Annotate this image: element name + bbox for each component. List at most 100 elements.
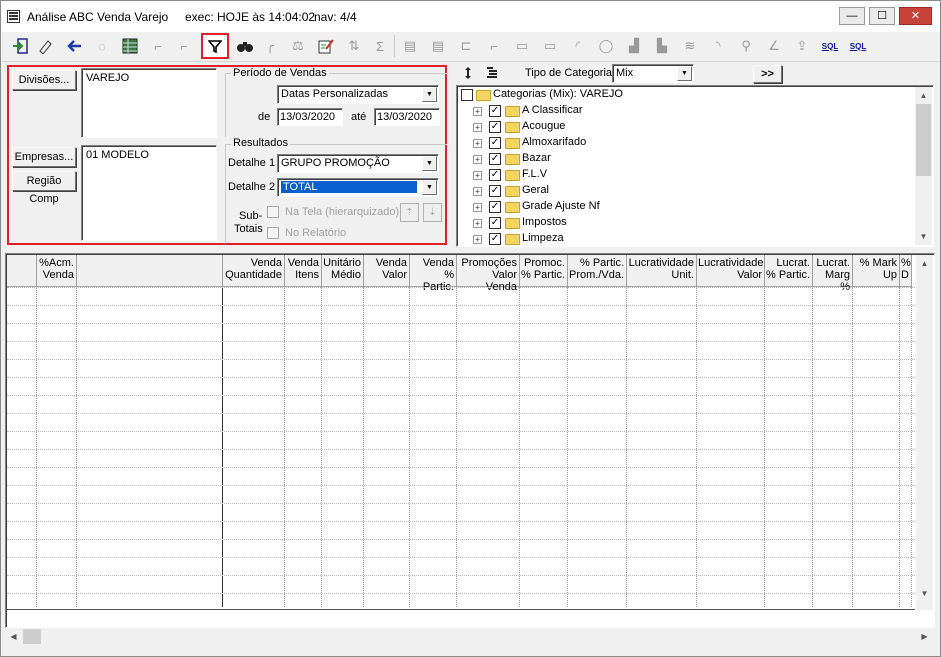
scroll-right-icon[interactable]: ▶ (916, 628, 933, 645)
scroll-thumb[interactable] (23, 629, 41, 644)
checkbox-icon[interactable]: ✓ (489, 217, 501, 229)
chevron-down-icon[interactable]: ▼ (422, 156, 437, 171)
column-header[interactable]: Lucrat.% Partic. (765, 255, 813, 287)
card-icon-2[interactable]: ▭ (539, 35, 561, 57)
table-row[interactable] (7, 467, 915, 468)
tree-item[interactable]: + ✓ Limpeza (457, 231, 897, 246)
chart-step-icon[interactable]: ⌐ (483, 35, 505, 57)
expand-icon[interactable]: + (473, 219, 482, 228)
circle-icon[interactable]: ◯ (595, 35, 617, 57)
checkbox-icon[interactable]: ✓ (489, 233, 501, 245)
pin-icon[interactable]: ⚲ (735, 35, 757, 57)
column-header[interactable]: % Partic. Prom./Vda. (568, 255, 627, 287)
scroll-up-icon[interactable]: ▲ (916, 255, 933, 272)
expand-icon[interactable]: + (473, 203, 482, 212)
table-row[interactable] (7, 413, 915, 414)
column-header[interactable]: Venda Itens (285, 255, 322, 287)
refresh-icon[interactable]: ◌ (91, 35, 113, 57)
regiao-comp-button[interactable]: Região Comp (12, 171, 76, 205)
checkbox-icon[interactable]: ✓ (489, 201, 501, 213)
table-row[interactable] (7, 395, 915, 396)
tree-item[interactable]: + ✓ Geral (457, 183, 897, 199)
sort-az-icon[interactable]: ⇅ (343, 35, 365, 57)
tipo-categoria-select[interactable]: Mix ▼ (612, 64, 694, 83)
column-header[interactable]: Promoc.% Partic. (520, 255, 568, 287)
move-up-icon[interactable]: ⇡ (400, 203, 419, 222)
scroll-down-icon[interactable]: ▼ (916, 585, 933, 602)
compare-icon[interactable]: ⚖ (287, 35, 309, 57)
scroll-thumb[interactable] (916, 104, 931, 176)
column-header[interactable]: % D (900, 255, 912, 287)
empresas-button[interactable]: Empresas... (12, 147, 76, 167)
expand-icon[interactable]: + (473, 123, 482, 132)
chevron-down-icon[interactable]: ▼ (422, 87, 437, 102)
table-icon-1[interactable]: ▤ (399, 35, 421, 57)
table-row[interactable] (7, 575, 915, 576)
curve-icon[interactable]: ◜ (567, 35, 589, 57)
grid-scrollbar[interactable]: ▲ ▼ (916, 255, 933, 610)
table-row[interactable] (7, 431, 915, 432)
scroll-up-icon[interactable]: ▲ (915, 87, 932, 104)
table-row[interactable] (7, 593, 915, 594)
column-header[interactable] (77, 255, 223, 287)
column-header[interactable]: % Mark Up (853, 255, 900, 287)
column-header[interactable]: Venda Quantidade (223, 255, 285, 287)
maximize-button[interactable]: ☐ (869, 7, 895, 25)
expand-all-icon[interactable] (458, 63, 478, 83)
horizontal-scrollbar[interactable]: ◀ ▶ (5, 628, 935, 645)
step-chart-icon[interactable]: ▙ (651, 35, 673, 57)
date-to-field[interactable]: 13/03/2020 (374, 108, 440, 126)
column-header[interactable]: Lucratividade Valor (697, 255, 765, 287)
tree-root[interactable]: Categorias (Mix): VAREJO (457, 87, 917, 103)
detalhe1-select[interactable]: GRUPO PROMOÇÃO ▼ (277, 154, 439, 173)
sql-button-2[interactable]: SQL (847, 35, 869, 57)
table-icon-2[interactable]: ▤ (427, 35, 449, 57)
column-header[interactable]: Venda Valor (364, 255, 410, 287)
expand-panel-button[interactable]: >> (753, 65, 782, 83)
divisoes-button[interactable]: Divisões... (12, 70, 76, 90)
divisoes-list[interactable]: VAREJO (81, 68, 217, 138)
tree-expand-icon[interactable]: ⌐ (173, 35, 195, 57)
column-header[interactable]: Lucratividade Unit. (627, 255, 697, 287)
tree-item[interactable]: + ✓ F.L.V (457, 167, 897, 183)
category-tree[interactable]: Categorias (Mix): VAREJO + ✓ A Classificar… (456, 85, 934, 247)
close-button[interactable]: ✕ (899, 7, 932, 25)
collapse-all-icon[interactable] (482, 63, 502, 83)
card-icon-1[interactable]: ▭ (511, 35, 533, 57)
chart-icon[interactable]: ╭ (259, 35, 281, 57)
tree-item[interactable]: + ✓ Almoxarifado (457, 135, 897, 151)
bar-chart-icon[interactable]: ▟ (623, 35, 645, 57)
scroll-down-icon[interactable]: ▼ (915, 228, 932, 245)
chevron-down-icon[interactable]: ▼ (677, 66, 692, 81)
bracket-icon[interactable]: ⊏ (455, 35, 477, 57)
empresas-value[interactable]: 01 MODELO (86, 149, 149, 161)
table-row[interactable] (7, 539, 915, 540)
expand-icon[interactable]: + (473, 187, 482, 196)
table-row[interactable] (7, 305, 915, 306)
expand-icon[interactable]: + (473, 155, 482, 164)
line-chart-icon[interactable]: ≋ (679, 35, 701, 57)
tree-collapse-icon[interactable]: ⌐ (147, 35, 169, 57)
table-row[interactable] (7, 341, 915, 342)
back-arrow-icon[interactable] (64, 35, 86, 57)
sql-button-1[interactable]: SQL (819, 35, 841, 57)
table-row[interactable] (7, 359, 915, 360)
tree-item[interactable]: + ✓ Bazar (457, 151, 897, 167)
tree-item[interactable]: + ✓ Acougue (457, 119, 897, 135)
checkbox-icon[interactable]: ✓ (489, 105, 501, 117)
empresas-list[interactable]: 01 MODELO (81, 145, 217, 241)
checkbox-icon[interactable]: ✓ (489, 121, 501, 133)
arc-icon[interactable]: ◝ (707, 35, 729, 57)
column-header[interactable]: Venda% Partic. (410, 255, 457, 293)
angle-icon[interactable]: ∠ (763, 35, 785, 57)
expand-icon[interactable]: + (473, 171, 482, 180)
checkbox-icon[interactable] (461, 89, 473, 101)
column-header[interactable]: Promoções Valor Venda (457, 255, 520, 293)
checkbox-icon[interactable]: ✓ (489, 137, 501, 149)
table-row[interactable] (7, 323, 915, 324)
tree-item[interactable]: + ✓ A Classificar (457, 103, 897, 119)
table-row[interactable] (7, 557, 915, 558)
scroll-left-icon[interactable]: ◀ (5, 628, 22, 645)
table-row[interactable] (7, 503, 915, 504)
checkbox-icon[interactable]: ✓ (489, 185, 501, 197)
